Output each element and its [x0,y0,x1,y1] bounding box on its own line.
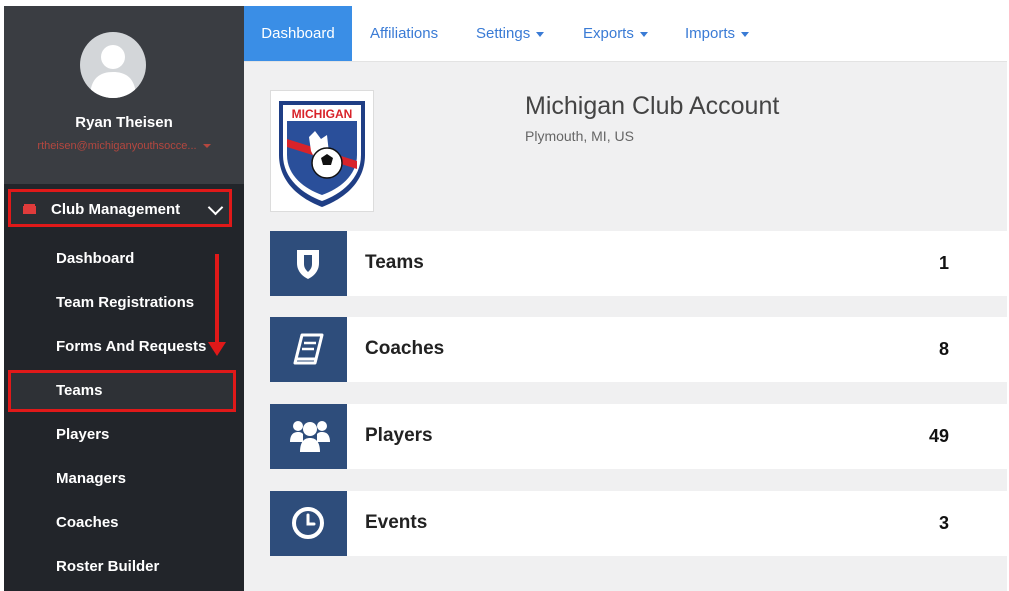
stat-row-events[interactable]: Events 3 [270,491,1007,556]
tab-settings-label: Settings [476,25,531,42]
user-silhouette-icon [90,45,136,98]
club-logo: MICHIGAN [270,90,374,212]
club-management-menu[interactable]: Club Management [8,189,232,227]
stat-label: Coaches [365,338,445,359]
annotation-arrow [215,254,219,344]
caret-down-icon [741,31,750,37]
sidebar: Ryan Theisen rtheisen@michiganyouthsocce… [4,6,244,591]
user-email: rtheisen@michiganyouthsocce... [37,140,197,152]
stat-count: 8 [938,339,949,359]
top-nav: Dashboard Affiliations Settings Exports … [244,6,1007,62]
annotation-arrow-head [208,342,226,356]
club-location: Plymouth, MI, US [525,128,634,144]
stat-count: 49 [928,426,949,446]
caret-down-icon [202,144,211,149]
tab-exports[interactable]: Exports [583,6,648,61]
stat-row-teams[interactable]: Teams 1 [270,231,1007,296]
sidebar-item-managers[interactable]: Managers [56,470,126,487]
stat-row-coaches[interactable]: Coaches 8 [270,317,1007,382]
stat-count: 1 [938,253,949,273]
tab-imports[interactable]: Imports [685,6,750,61]
stat-count: 3 [938,513,949,533]
sidebar-item-players[interactable]: Players [56,426,109,443]
book-icon [270,317,347,382]
caret-down-icon [639,31,648,37]
app-frame: Ryan Theisen rtheisen@michiganyouthsocce… [4,6,1007,591]
sidebar-item-forms-and-requests[interactable]: Forms And Requests [56,338,206,355]
user-name: Ryan Theisen [75,114,173,131]
club-logo-image: MICHIGAN [279,101,365,207]
user-email-dropdown[interactable]: rtheisen@michiganyouthsocce... [18,140,230,152]
tab-exports-label: Exports [583,25,634,42]
caret-down-icon [536,31,545,37]
teams-highlight-box [8,370,236,412]
tab-imports-label: Imports [685,25,736,42]
clock-icon [270,491,347,556]
stat-label: Events [365,512,428,533]
tab-affiliations[interactable]: Affiliations [370,6,438,61]
stat-label: Teams [365,252,424,273]
tab-dashboard[interactable]: Dashboard [244,6,352,61]
stat-label: Players [365,425,433,446]
main-content: MICHIGAN Michigan Club Account Plymouth,… [244,62,1007,591]
club-logo-text: MICHIGAN [292,107,353,121]
club-management-label: Club Management [51,201,181,218]
club-icon [23,206,36,214]
club-title: Michigan Club Account [525,92,780,120]
sidebar-item-team-registrations[interactable]: Team Registrations [56,294,194,311]
sidebar-item-dashboard[interactable]: Dashboard [56,250,134,267]
shield-icon [270,231,347,296]
sidebar-item-coaches[interactable]: Coaches [56,514,119,531]
users-icon [270,404,347,469]
sidebar-item-roster-builder[interactable]: Roster Builder [56,558,159,575]
avatar[interactable] [80,32,146,98]
stat-row-players[interactable]: Players 49 [270,404,1007,469]
user-profile: Ryan Theisen rtheisen@michiganyouthsocce… [4,6,244,184]
chevron-down-icon [207,199,224,216]
tab-settings[interactable]: Settings [476,6,545,61]
sidebar-item-teams[interactable]: Teams [56,382,102,399]
